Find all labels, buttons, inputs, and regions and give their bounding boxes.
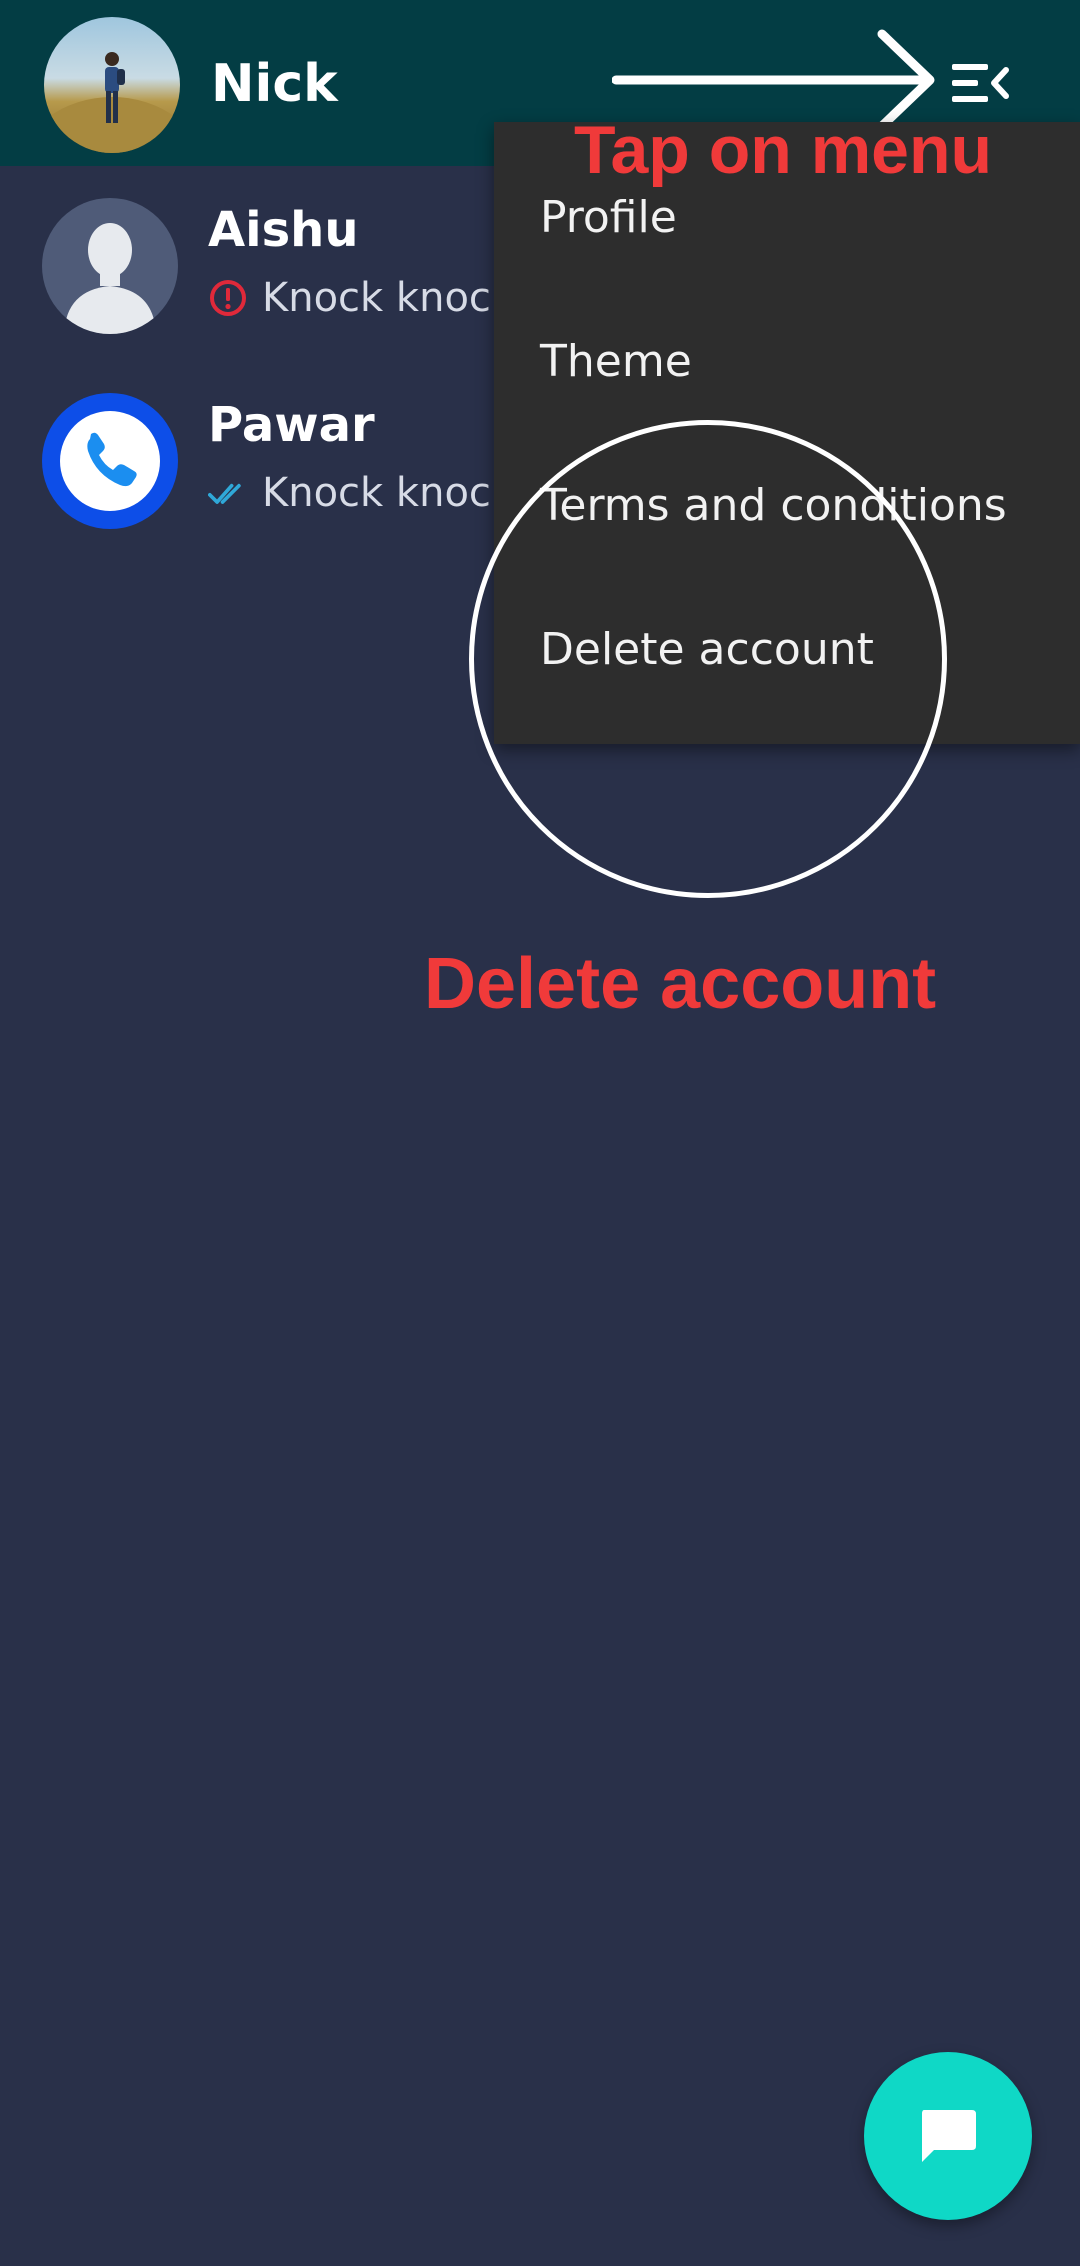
- tap-menu-annotation: Tap on menu: [574, 112, 993, 188]
- contact-name: Pawar: [208, 397, 375, 453]
- preview-text: Knock knock: [262, 470, 515, 516]
- new-chat-button[interactable]: [864, 2052, 1032, 2220]
- contact-name: Aishu: [208, 202, 359, 258]
- menu-collapse-icon[interactable]: [950, 58, 1010, 110]
- user-avatar[interactable]: [44, 17, 180, 153]
- menu-item-profile[interactable]: Profile: [540, 188, 677, 248]
- phone-avatar-icon: [42, 393, 178, 529]
- error-circle-icon: [210, 280, 246, 316]
- delete-account-annotation: Delete account: [424, 944, 937, 1024]
- preview-text: Knock knock: [262, 275, 515, 321]
- highlight-circle: [469, 420, 947, 898]
- menu-item-theme[interactable]: Theme: [540, 332, 692, 392]
- chat-bubble-icon: [922, 2110, 976, 2162]
- screen: Nick Aishu Knock knock Pawar Knock knock…: [0, 0, 1080, 2266]
- default-avatar-icon: [42, 198, 178, 334]
- double-check-icon: [208, 483, 241, 504]
- user-name: Nick: [211, 54, 338, 114]
